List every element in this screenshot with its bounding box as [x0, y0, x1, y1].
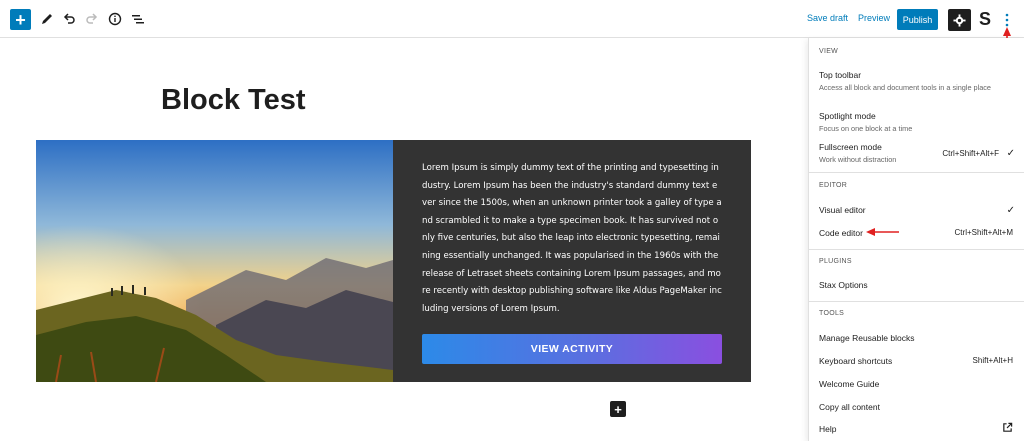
view-group-title: VIEW — [819, 48, 839, 55]
menu-item-label: Code editor — [819, 228, 863, 238]
preview-button[interactable]: Preview — [858, 13, 890, 23]
menu-item-shortcut: Shift+Alt+H — [972, 356, 1013, 365]
save-draft-button[interactable]: Save draft — [807, 13, 848, 23]
menu-item-top-toolbar[interactable]: Top toolbar Access all block and documen… — [819, 70, 1017, 93]
menu-divider — [809, 249, 1024, 250]
menu-item-spotlight-mode[interactable]: Spotlight mode Focus on one block at a t… — [819, 111, 1017, 134]
publish-button[interactable]: Publish — [897, 9, 938, 30]
landscape-image[interactable] — [36, 140, 393, 382]
list-view-icon[interactable] — [128, 9, 148, 29]
menu-item-help: Access all block and document tools in a… — [819, 83, 991, 92]
plugins-group-title: PLUGINS — [819, 258, 852, 265]
menu-item-label: Visual editor — [819, 205, 866, 215]
tools-group-title: TOOLS — [819, 310, 845, 317]
menu-item-welcome-guide[interactable]: Welcome Guide — [819, 379, 1017, 389]
menu-item-fullscreen-mode[interactable]: Fullscreen mode Work without distraction… — [819, 142, 1017, 165]
menu-item-keyboard-shortcuts[interactable]: Keyboard shortcuts Shift+Alt+H — [819, 356, 1017, 366]
add-block-icon[interactable]: + — [10, 9, 31, 30]
info-icon[interactable] — [105, 9, 125, 29]
annotation-arrow-left — [866, 228, 899, 236]
menu-item-visual-editor[interactable]: Visual editor ✓ — [819, 205, 1017, 216]
check-icon: ✓ — [1006, 148, 1015, 159]
menu-item-label: Manage Reusable blocks — [819, 333, 915, 343]
menu-divider — [809, 301, 1024, 302]
menu-item-label: Spotlight mode — [819, 111, 876, 121]
media-text-block[interactable]: Lorem Ipsum is simply dummy text of the … — [36, 140, 751, 382]
menu-item-label: Fullscreen mode — [819, 142, 882, 152]
check-icon: ✓ — [1006, 205, 1015, 216]
menu-item-label: Stax Options — [819, 280, 868, 290]
menu-item-label: Help — [819, 424, 837, 434]
menu-item-label: Copy all content — [819, 402, 880, 412]
menu-item-label: Keyboard shortcuts — [819, 356, 893, 366]
block-inserter-icon[interactable]: + — [610, 401, 626, 417]
editor-group-title: EDITOR — [819, 182, 848, 189]
gear-icon[interactable] — [948, 9, 971, 31]
post-title[interactable]: Block Test — [161, 84, 306, 117]
redo-icon[interactable] — [82, 9, 102, 29]
menu-item-code-editor[interactable]: Code editor Ctrl+Shift+Alt+M — [819, 228, 1017, 238]
menu-divider — [809, 172, 1024, 173]
editor-toolbar: + Save draft Preview Publish S — [0, 0, 1024, 38]
view-activity-button[interactable]: VIEW ACTIVITY — [422, 334, 722, 364]
menu-item-copy-all-content[interactable]: Copy all content — [819, 402, 1017, 412]
more-menu-dropdown: VIEW Top toolbar Access all block and do… — [808, 38, 1024, 441]
edit-icon[interactable] — [37, 9, 57, 29]
menu-item-shortcut: Ctrl+Shift+Alt+M — [954, 228, 1013, 237]
paragraph-text[interactable]: Lorem Ipsum is simply dummy text of the … — [422, 160, 722, 318]
menu-item-help: Focus on one block at a time — [819, 124, 913, 133]
menu-item-stax-options[interactable]: Stax Options — [819, 280, 1017, 290]
undo-icon[interactable] — [59, 9, 79, 29]
external-link-icon — [1002, 422, 1013, 435]
menu-item-manage-reusable-blocks[interactable]: Manage Reusable blocks — [819, 333, 1017, 343]
menu-item-label: Welcome Guide — [819, 379, 880, 389]
menu-item-label: Top toolbar — [819, 70, 862, 80]
stax-logo[interactable]: S — [978, 9, 992, 30]
menu-item-help[interactable]: Help — [819, 422, 1017, 435]
menu-item-shortcut: Ctrl+Shift+Alt+F — [942, 149, 999, 158]
